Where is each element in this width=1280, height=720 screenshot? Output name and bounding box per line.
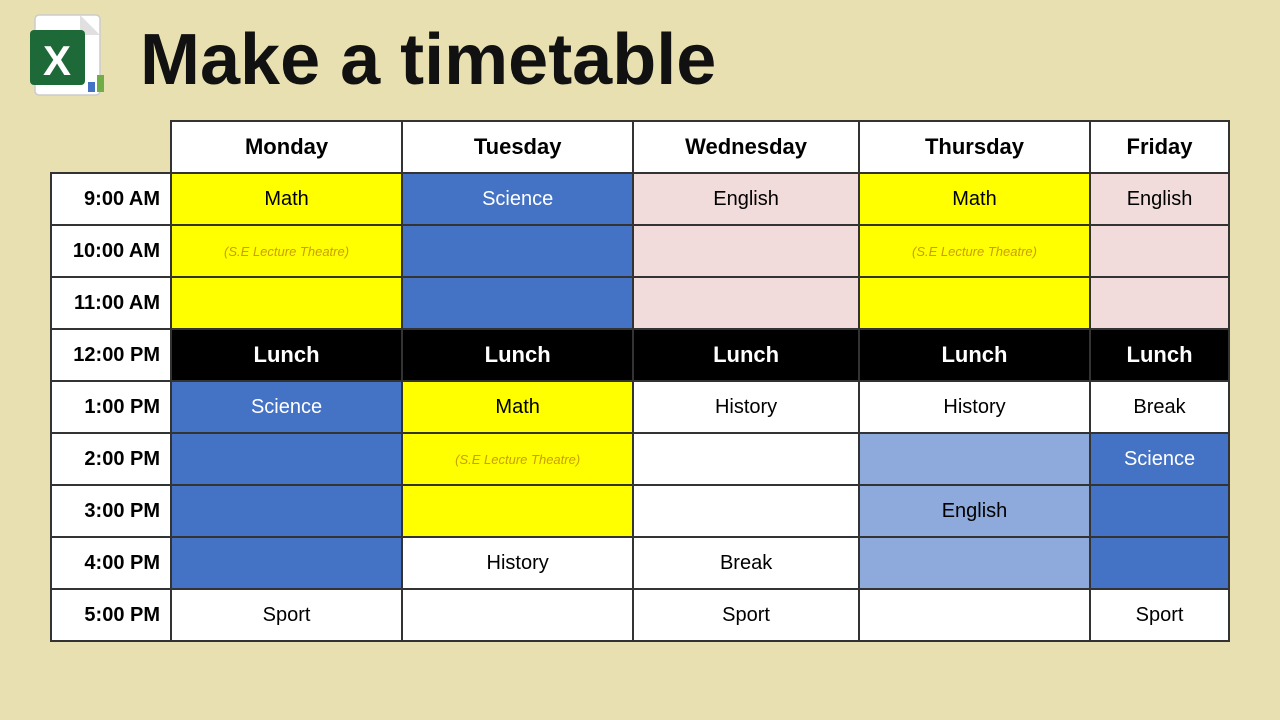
cell: Sport bbox=[1090, 589, 1229, 641]
cell: Break bbox=[633, 537, 859, 589]
cell: Sport bbox=[171, 589, 402, 641]
cell: Science bbox=[171, 381, 402, 433]
header-monday: Monday bbox=[171, 121, 402, 173]
table-row: 3:00 PM English bbox=[51, 485, 1229, 537]
cell bbox=[402, 277, 633, 329]
cell bbox=[1090, 277, 1229, 329]
cell: English bbox=[859, 485, 1090, 537]
header-tuesday: Tuesday bbox=[402, 121, 633, 173]
header-wednesday: Wednesday bbox=[633, 121, 859, 173]
cell: History bbox=[859, 381, 1090, 433]
cell: Math bbox=[859, 173, 1090, 225]
cell bbox=[402, 225, 633, 277]
cell: (S.E Lecture Theatre) bbox=[171, 225, 402, 277]
cell: (S.E Lecture Theatre) bbox=[402, 433, 633, 485]
cell: English bbox=[1090, 173, 1229, 225]
table-row: 2:00 PM (S.E Lecture Theatre) Science bbox=[51, 433, 1229, 485]
cell bbox=[859, 277, 1090, 329]
timetable: Monday Tuesday Wednesday Thursday Friday… bbox=[50, 120, 1230, 642]
cell: Lunch bbox=[633, 329, 859, 381]
cell: History bbox=[633, 381, 859, 433]
cell: (S.E Lecture Theatre) bbox=[859, 225, 1090, 277]
cell bbox=[859, 433, 1090, 485]
time-cell: 1:00 PM bbox=[51, 381, 171, 433]
cell: History bbox=[402, 537, 633, 589]
cell: Lunch bbox=[1090, 329, 1229, 381]
header-friday: Friday bbox=[1090, 121, 1229, 173]
cell bbox=[402, 589, 633, 641]
cell bbox=[402, 485, 633, 537]
cell bbox=[1090, 225, 1229, 277]
cell: Math bbox=[171, 173, 402, 225]
excel-icon: X bbox=[20, 10, 120, 110]
cell: Science bbox=[1090, 433, 1229, 485]
page-title: Make a timetable bbox=[140, 19, 716, 101]
cell: Science bbox=[402, 173, 633, 225]
cell: Lunch bbox=[402, 329, 633, 381]
svg-text:X: X bbox=[43, 37, 71, 84]
cell bbox=[633, 225, 859, 277]
table-row: 5:00 PMSportSportSport bbox=[51, 589, 1229, 641]
time-cell: 12:00 PM bbox=[51, 329, 171, 381]
cell bbox=[1090, 537, 1229, 589]
time-cell: 10:00 AM bbox=[51, 225, 171, 277]
timetable-container: Monday Tuesday Wednesday Thursday Friday… bbox=[20, 120, 1260, 642]
page-header: X Make a timetable bbox=[20, 10, 1260, 110]
time-cell: 11:00 AM bbox=[51, 277, 171, 329]
time-cell: 5:00 PM bbox=[51, 589, 171, 641]
cell bbox=[1090, 485, 1229, 537]
cell bbox=[859, 589, 1090, 641]
cell bbox=[171, 537, 402, 589]
cell bbox=[171, 433, 402, 485]
cell bbox=[859, 537, 1090, 589]
time-cell: 9:00 AM bbox=[51, 173, 171, 225]
table-row: 4:00 PM HistoryBreak bbox=[51, 537, 1229, 589]
corner-cell bbox=[51, 121, 171, 173]
time-cell: 4:00 PM bbox=[51, 537, 171, 589]
table-row: 11:00 AM bbox=[51, 277, 1229, 329]
cell bbox=[171, 485, 402, 537]
cell bbox=[633, 277, 859, 329]
time-cell: 2:00 PM bbox=[51, 433, 171, 485]
header-thursday: Thursday bbox=[859, 121, 1090, 173]
cell: Break bbox=[1090, 381, 1229, 433]
time-cell: 3:00 PM bbox=[51, 485, 171, 537]
cell: Lunch bbox=[859, 329, 1090, 381]
cell: English bbox=[633, 173, 859, 225]
table-row: 1:00 PMScienceMathHistoryHistoryBreak bbox=[51, 381, 1229, 433]
table-row: 12:00 PMLunchLunchLunchLunchLunch bbox=[51, 329, 1229, 381]
cell: Sport bbox=[633, 589, 859, 641]
table-row: 9:00 AMMathScienceEnglishMathEnglish bbox=[51, 173, 1229, 225]
table-row: 10:00 AM(S.E Lecture Theatre)(S.E Lectur… bbox=[51, 225, 1229, 277]
cell bbox=[633, 433, 859, 485]
cell: Lunch bbox=[171, 329, 402, 381]
cell bbox=[171, 277, 402, 329]
cell: Math bbox=[402, 381, 633, 433]
cell bbox=[633, 485, 859, 537]
